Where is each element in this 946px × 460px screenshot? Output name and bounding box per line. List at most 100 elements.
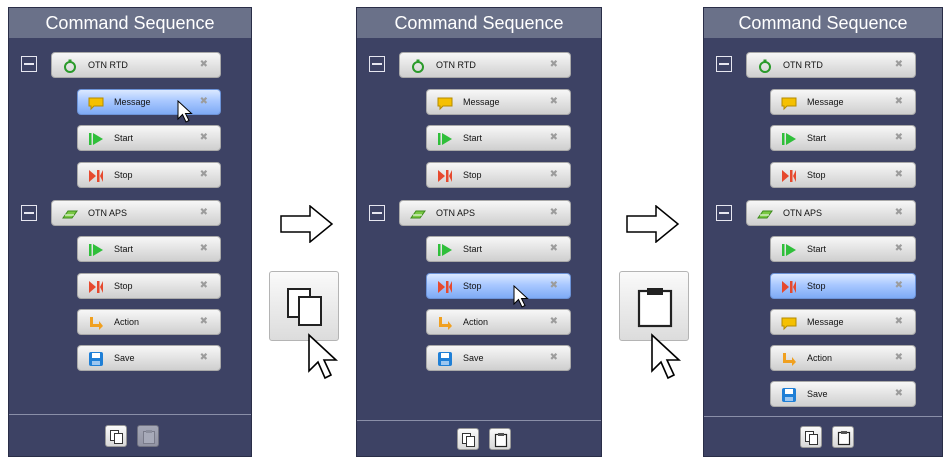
node-label: OTN RTD (783, 60, 823, 70)
node-action[interactable]: Action ✖ (770, 345, 916, 371)
node-save[interactable]: Save ✖ (426, 345, 571, 371)
panel-title: Command Sequence (357, 8, 601, 38)
node-label: Message (114, 97, 151, 107)
delete-icon[interactable]: ✖ (550, 207, 558, 218)
node-save[interactable]: Save ✖ (77, 345, 221, 371)
delete-icon[interactable]: ✖ (200, 316, 208, 327)
command-sequence-panel-3: Command Sequence OTN RTD ✖ Message ✖ Sta… (703, 7, 943, 457)
paste-button[interactable] (832, 426, 854, 448)
collapse-toggle-otn-aps[interactable] (716, 205, 732, 221)
delete-icon[interactable]: ✖ (200, 243, 208, 254)
node-stop[interactable]: Stop ✖ (770, 273, 916, 299)
node-label: Save (807, 389, 828, 399)
node-start[interactable]: Start ✖ (77, 125, 221, 151)
delete-icon[interactable]: ✖ (550, 132, 558, 143)
delete-icon[interactable]: ✖ (200, 280, 208, 291)
start-icon (782, 133, 796, 145)
mouse-cursor-icon (308, 333, 339, 380)
copy-button[interactable] (457, 428, 479, 450)
delete-icon[interactable]: ✖ (550, 280, 558, 291)
delete-icon[interactable]: ✖ (895, 59, 903, 70)
copy-button[interactable] (800, 426, 822, 448)
node-otn-aps[interactable]: OTN APS ✖ (746, 200, 916, 226)
collapse-toggle-otn-rtd[interactable] (716, 56, 732, 72)
copy-button-enlarged[interactable] (269, 271, 339, 341)
node-action[interactable]: Action ✖ (426, 309, 571, 335)
delete-icon[interactable]: ✖ (550, 316, 558, 327)
node-start[interactable]: Start ✖ (77, 236, 221, 262)
node-stop[interactable]: Stop ✖ (770, 162, 916, 188)
stop-icon (89, 170, 103, 182)
delete-icon[interactable]: ✖ (895, 280, 903, 291)
delete-icon[interactable]: ✖ (895, 96, 903, 107)
node-otn-rtd[interactable]: OTN RTD ✖ (399, 52, 571, 78)
paste-button-enlarged[interactable] (619, 271, 689, 341)
node-start[interactable]: Start ✖ (770, 125, 916, 151)
node-label: Stop (807, 170, 826, 180)
delete-icon[interactable]: ✖ (200, 96, 208, 107)
paste-button[interactable] (137, 425, 159, 447)
delete-icon[interactable]: ✖ (895, 169, 903, 180)
node-otn-aps[interactable]: OTN APS ✖ (51, 200, 221, 226)
node-save[interactable]: Save ✖ (770, 381, 916, 407)
node-message[interactable]: Message ✖ (77, 89, 221, 115)
collapse-toggle-otn-rtd[interactable] (369, 56, 385, 72)
node-message[interactable]: Message ✖ (426, 89, 571, 115)
command-sequence-panel-1: Command Sequence OTN RTD ✖ Message ✖ Sta… (8, 7, 252, 457)
node-label: Save (463, 353, 484, 363)
panel-title: Command Sequence (9, 8, 251, 38)
delete-icon[interactable]: ✖ (200, 352, 208, 363)
delete-icon[interactable]: ✖ (200, 207, 208, 218)
copy-icon (110, 430, 123, 444)
mouse-cursor-icon (513, 285, 529, 308)
delete-icon[interactable]: ✖ (550, 243, 558, 254)
delete-icon[interactable]: ✖ (200, 59, 208, 70)
node-otn-aps[interactable]: OTN APS ✖ (399, 200, 571, 226)
node-start[interactable]: Start ✖ (426, 236, 571, 262)
collapse-toggle-otn-aps[interactable] (21, 205, 37, 221)
node-message-pasted[interactable]: Message ✖ (770, 309, 916, 335)
delete-icon[interactable]: ✖ (895, 243, 903, 254)
node-start[interactable]: Start ✖ (426, 125, 571, 151)
copy-button[interactable] (105, 425, 127, 447)
delete-icon[interactable]: ✖ (200, 132, 208, 143)
node-start[interactable]: Start ✖ (770, 236, 916, 262)
paste-icon (637, 288, 673, 328)
delete-icon[interactable]: ✖ (550, 352, 558, 363)
node-action[interactable]: Action ✖ (77, 309, 221, 335)
action-icon (783, 353, 796, 366)
node-stop[interactable]: Stop ✖ (77, 273, 221, 299)
delete-icon[interactable]: ✖ (895, 132, 903, 143)
delete-icon[interactable]: ✖ (200, 169, 208, 180)
delete-icon[interactable]: ✖ (895, 352, 903, 363)
panel-footer (704, 416, 942, 456)
collapse-toggle-otn-rtd[interactable] (21, 56, 37, 72)
delete-icon[interactable]: ✖ (895, 388, 903, 399)
delete-icon[interactable]: ✖ (550, 59, 558, 70)
node-otn-rtd[interactable]: OTN RTD ✖ (51, 52, 221, 78)
paste-button[interactable] (489, 428, 511, 450)
delete-icon[interactable]: ✖ (895, 316, 903, 327)
paste-icon (143, 430, 155, 444)
delete-icon[interactable]: ✖ (550, 169, 558, 180)
node-label: OTN RTD (88, 60, 128, 70)
aps-icon (757, 210, 773, 219)
node-message[interactable]: Message ✖ (770, 89, 916, 115)
delete-icon[interactable]: ✖ (895, 207, 903, 218)
node-label: Stop (463, 170, 482, 180)
node-label: Stop (807, 281, 826, 291)
collapse-toggle-otn-aps[interactable] (369, 205, 385, 221)
message-icon (437, 97, 453, 111)
delete-icon[interactable]: ✖ (550, 96, 558, 107)
stop-icon (438, 281, 452, 293)
message-icon (781, 317, 797, 331)
aps-icon (62, 210, 78, 219)
node-stop[interactable]: Stop ✖ (426, 273, 571, 299)
node-stop[interactable]: Stop ✖ (426, 162, 571, 188)
node-otn-rtd[interactable]: OTN RTD ✖ (746, 52, 916, 78)
node-stop[interactable]: Stop ✖ (77, 162, 221, 188)
node-label: Start (114, 133, 134, 143)
message-icon (781, 97, 797, 111)
start-icon (89, 133, 103, 145)
paste-icon (494, 433, 508, 448)
